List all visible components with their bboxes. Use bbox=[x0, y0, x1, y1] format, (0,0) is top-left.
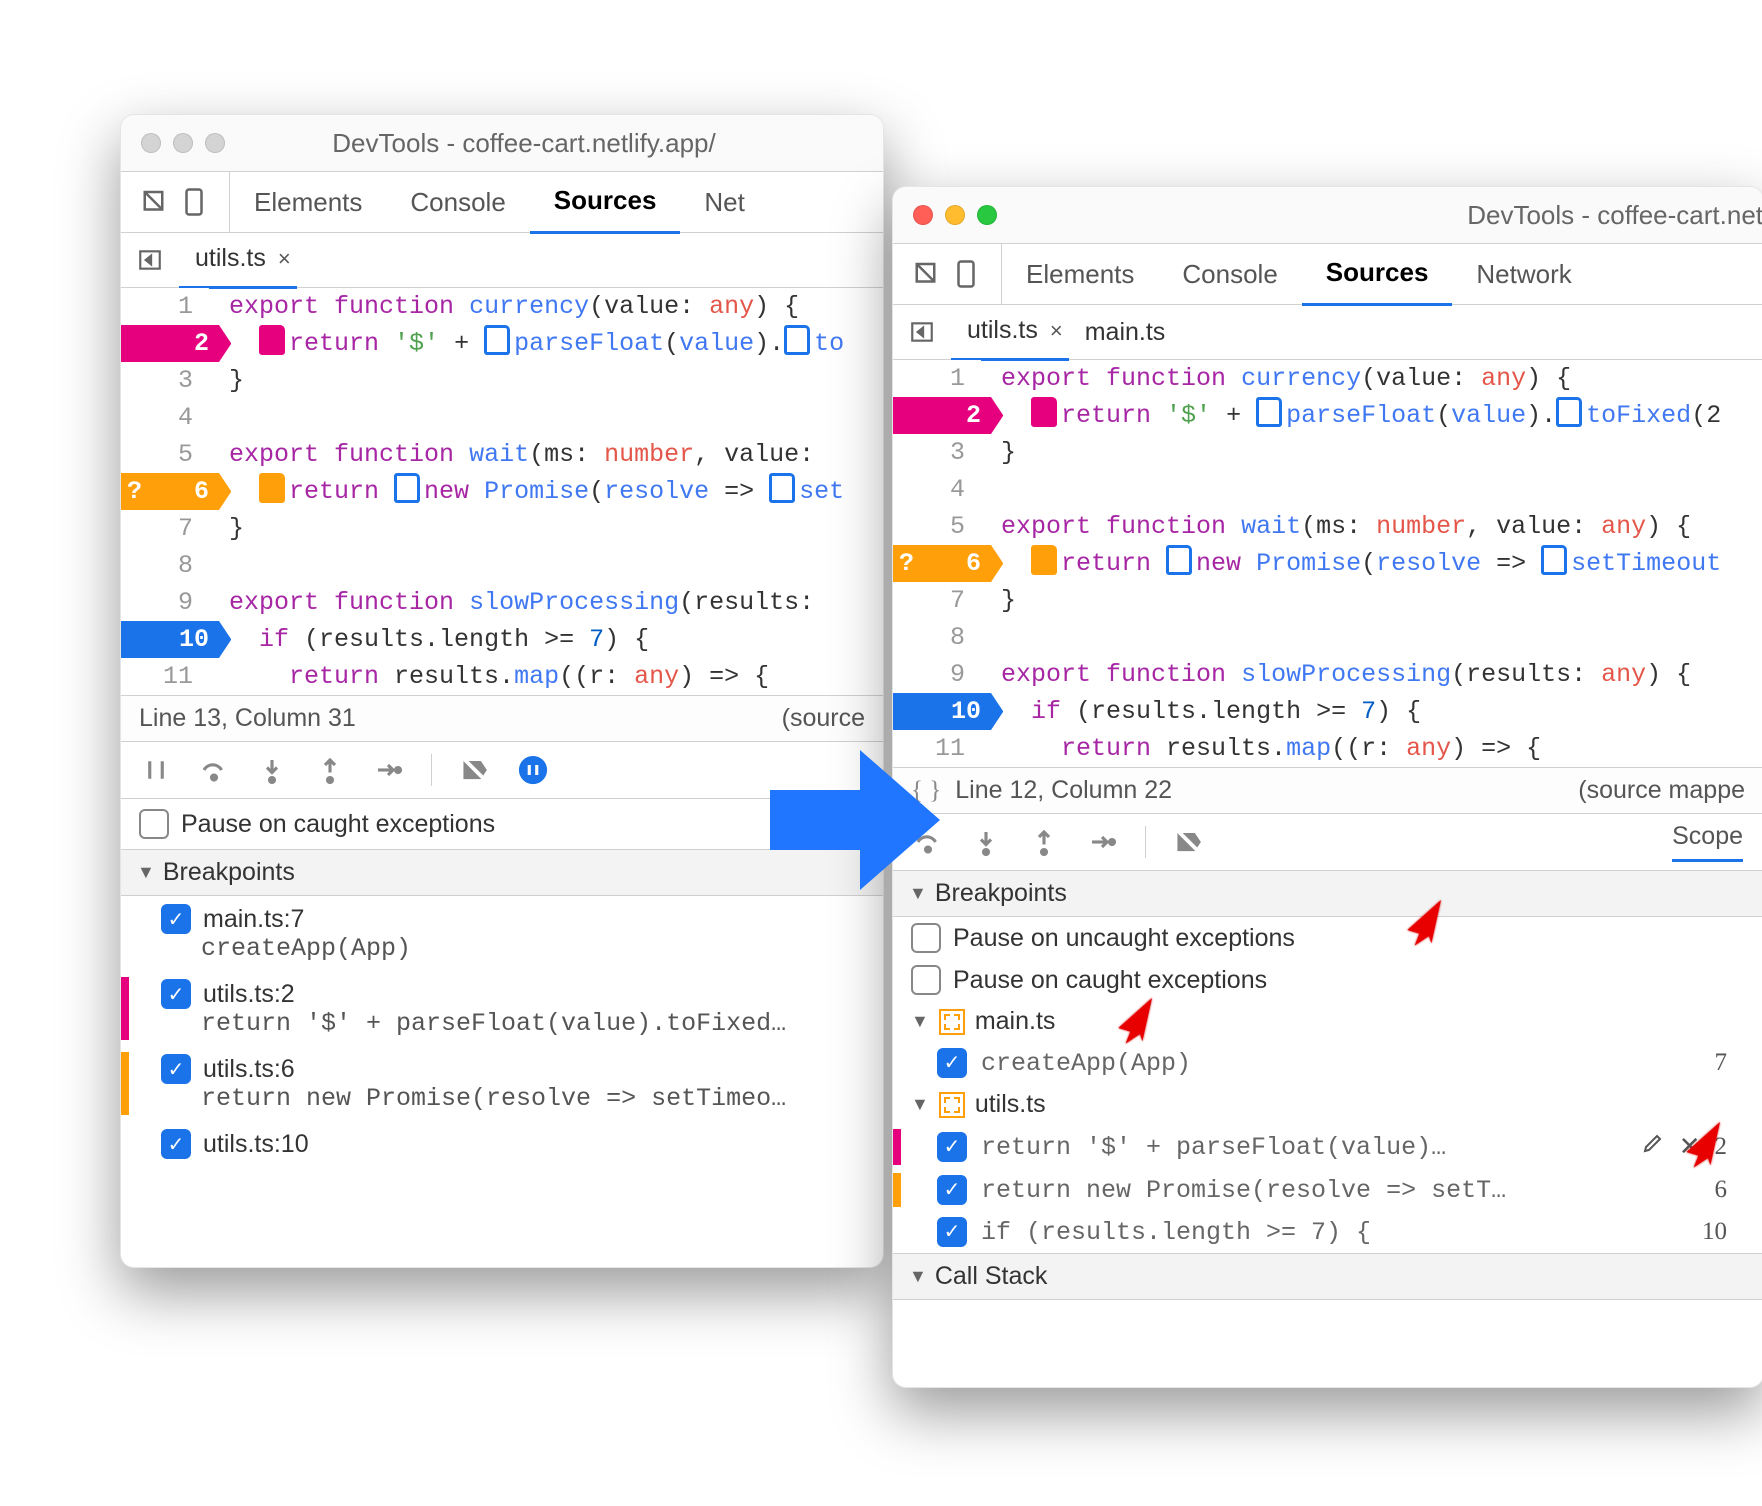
minimize-dot[interactable] bbox=[173, 133, 193, 153]
device-toolbar[interactable] bbox=[121, 172, 230, 232]
breakpoint-checkbox[interactable]: ✓ bbox=[161, 979, 191, 1009]
highlight-arrow bbox=[1393, 888, 1453, 948]
group-utils-label: utils.ts bbox=[975, 1090, 1046, 1119]
navigator-icon[interactable] bbox=[905, 315, 939, 349]
breakpoints-header: Breakpoints bbox=[935, 879, 1067, 908]
deactivate-breakpoints-icon[interactable] bbox=[460, 755, 490, 785]
breakpoints-header: Breakpoints bbox=[163, 858, 295, 887]
edit-icon[interactable] bbox=[1641, 1131, 1665, 1163]
tab-network[interactable]: Network bbox=[1452, 244, 1595, 304]
step-out-icon[interactable] bbox=[1029, 827, 1059, 857]
scope-tab[interactable]: Scope bbox=[1672, 822, 1743, 862]
code-editor[interactable]: 1export function currency(value: any) {2… bbox=[121, 288, 883, 695]
device-toolbar[interactable] bbox=[893, 244, 1002, 304]
breakpoint-entry[interactable]: ✓utils.ts:10 bbox=[121, 1121, 883, 1167]
file-icon bbox=[939, 1009, 965, 1035]
breakpoint-checkbox[interactable]: ✓ bbox=[161, 904, 191, 934]
breakpoint-checkbox[interactable]: ✓ bbox=[161, 1129, 191, 1159]
deactivate-breakpoints-icon[interactable] bbox=[1174, 827, 1204, 857]
close-icon[interactable]: × bbox=[278, 246, 291, 272]
group-main-label: main.ts bbox=[975, 1007, 1056, 1036]
source-mapped-label: (source mappe bbox=[1578, 776, 1745, 805]
tab-elements[interactable]: Elements bbox=[1002, 244, 1158, 304]
zoom-dot[interactable] bbox=[977, 205, 997, 225]
breakpoint-entry[interactable]: ✓createApp(App)7 bbox=[893, 1042, 1762, 1084]
cursor-position: Line 13, Column 31 bbox=[139, 704, 356, 733]
step-out-icon[interactable] bbox=[315, 755, 345, 785]
window-controls[interactable] bbox=[893, 205, 1017, 225]
tab-sources[interactable]: Sources bbox=[530, 171, 681, 234]
step-icon[interactable] bbox=[1087, 827, 1117, 857]
tab-elements[interactable]: Elements bbox=[230, 172, 386, 232]
breakpoint-entry[interactable]: ✓return new Promise(resolve => setT…6 bbox=[893, 1169, 1762, 1211]
file-tab-utils[interactable]: utils.ts × bbox=[951, 304, 1069, 361]
breakpoint-entry[interactable]: ✓utils.ts:2return '$' + parseFloat(value… bbox=[121, 971, 883, 1046]
tab-console[interactable]: Console bbox=[386, 172, 529, 232]
pause-exceptions-icon[interactable] bbox=[518, 755, 548, 785]
highlight-arrow bbox=[1104, 986, 1164, 1046]
transition-arrow bbox=[750, 720, 950, 920]
window-controls[interactable] bbox=[121, 133, 245, 153]
step-into-icon[interactable] bbox=[971, 827, 1001, 857]
file-tab-utils[interactable]: utils.ts × bbox=[179, 232, 297, 289]
chevron-down-icon[interactable]: ▼ bbox=[909, 1266, 927, 1287]
breakpoint-checkbox[interactable]: ✓ bbox=[937, 1175, 967, 1205]
step-icon[interactable] bbox=[373, 755, 403, 785]
close-dot[interactable] bbox=[141, 133, 161, 153]
file-icon bbox=[939, 1092, 965, 1118]
breakpoint-checkbox[interactable]: ✓ bbox=[937, 1048, 967, 1078]
file-tab-main[interactable]: main.ts bbox=[1069, 305, 1172, 359]
zoom-dot[interactable] bbox=[205, 133, 225, 153]
close-icon[interactable]: × bbox=[1050, 318, 1063, 344]
step-into-icon[interactable] bbox=[257, 755, 287, 785]
window-title: DevTools - coffee-cart.net bbox=[1017, 200, 1762, 231]
highlight-arrow bbox=[1672, 1110, 1732, 1170]
pause-uncaught-label: Pause on uncaught exceptions bbox=[953, 924, 1295, 953]
cursor-position: Line 12, Column 22 bbox=[955, 776, 1172, 805]
pause-caught-checkbox[interactable] bbox=[139, 809, 169, 839]
code-editor[interactable]: 1export function currency(value: any) {2… bbox=[893, 360, 1762, 767]
breakpoint-entry[interactable]: ✓if (results.length >= 7) {10 bbox=[893, 1211, 1762, 1253]
step-over-icon[interactable] bbox=[199, 755, 229, 785]
breakpoint-checkbox[interactable]: ✓ bbox=[937, 1217, 967, 1247]
breakpoint-checkbox[interactable]: ✓ bbox=[937, 1132, 967, 1162]
pause-uncaught-checkbox[interactable] bbox=[911, 923, 941, 953]
tab-sources[interactable]: Sources bbox=[1302, 243, 1453, 306]
navigator-icon[interactable] bbox=[133, 243, 167, 277]
chevron-down-icon[interactable]: ▼ bbox=[911, 1094, 929, 1115]
close-dot[interactable] bbox=[913, 205, 933, 225]
breakpoint-entry[interactable]: ✓utils.ts:6return new Promise(resolve =>… bbox=[121, 1046, 883, 1121]
minimize-dot[interactable] bbox=[945, 205, 965, 225]
tab-console[interactable]: Console bbox=[1158, 244, 1301, 304]
callstack-header: Call Stack bbox=[935, 1262, 1048, 1291]
chevron-down-icon[interactable]: ▼ bbox=[911, 1011, 929, 1032]
window-title: DevTools - coffee-cart.netlify.app/ bbox=[245, 128, 803, 159]
breakpoint-checkbox[interactable]: ✓ bbox=[161, 1054, 191, 1084]
pause-icon[interactable] bbox=[141, 755, 171, 785]
pause-caught-checkbox[interactable] bbox=[911, 965, 941, 995]
tab-network[interactable]: Net bbox=[680, 172, 768, 232]
pause-caught-label: Pause on caught exceptions bbox=[181, 810, 495, 839]
breakpoint-entry[interactable]: ✓return '$' + parseFloat(value)…✕2 bbox=[893, 1125, 1762, 1169]
chevron-down-icon[interactable]: ▼ bbox=[137, 862, 155, 883]
